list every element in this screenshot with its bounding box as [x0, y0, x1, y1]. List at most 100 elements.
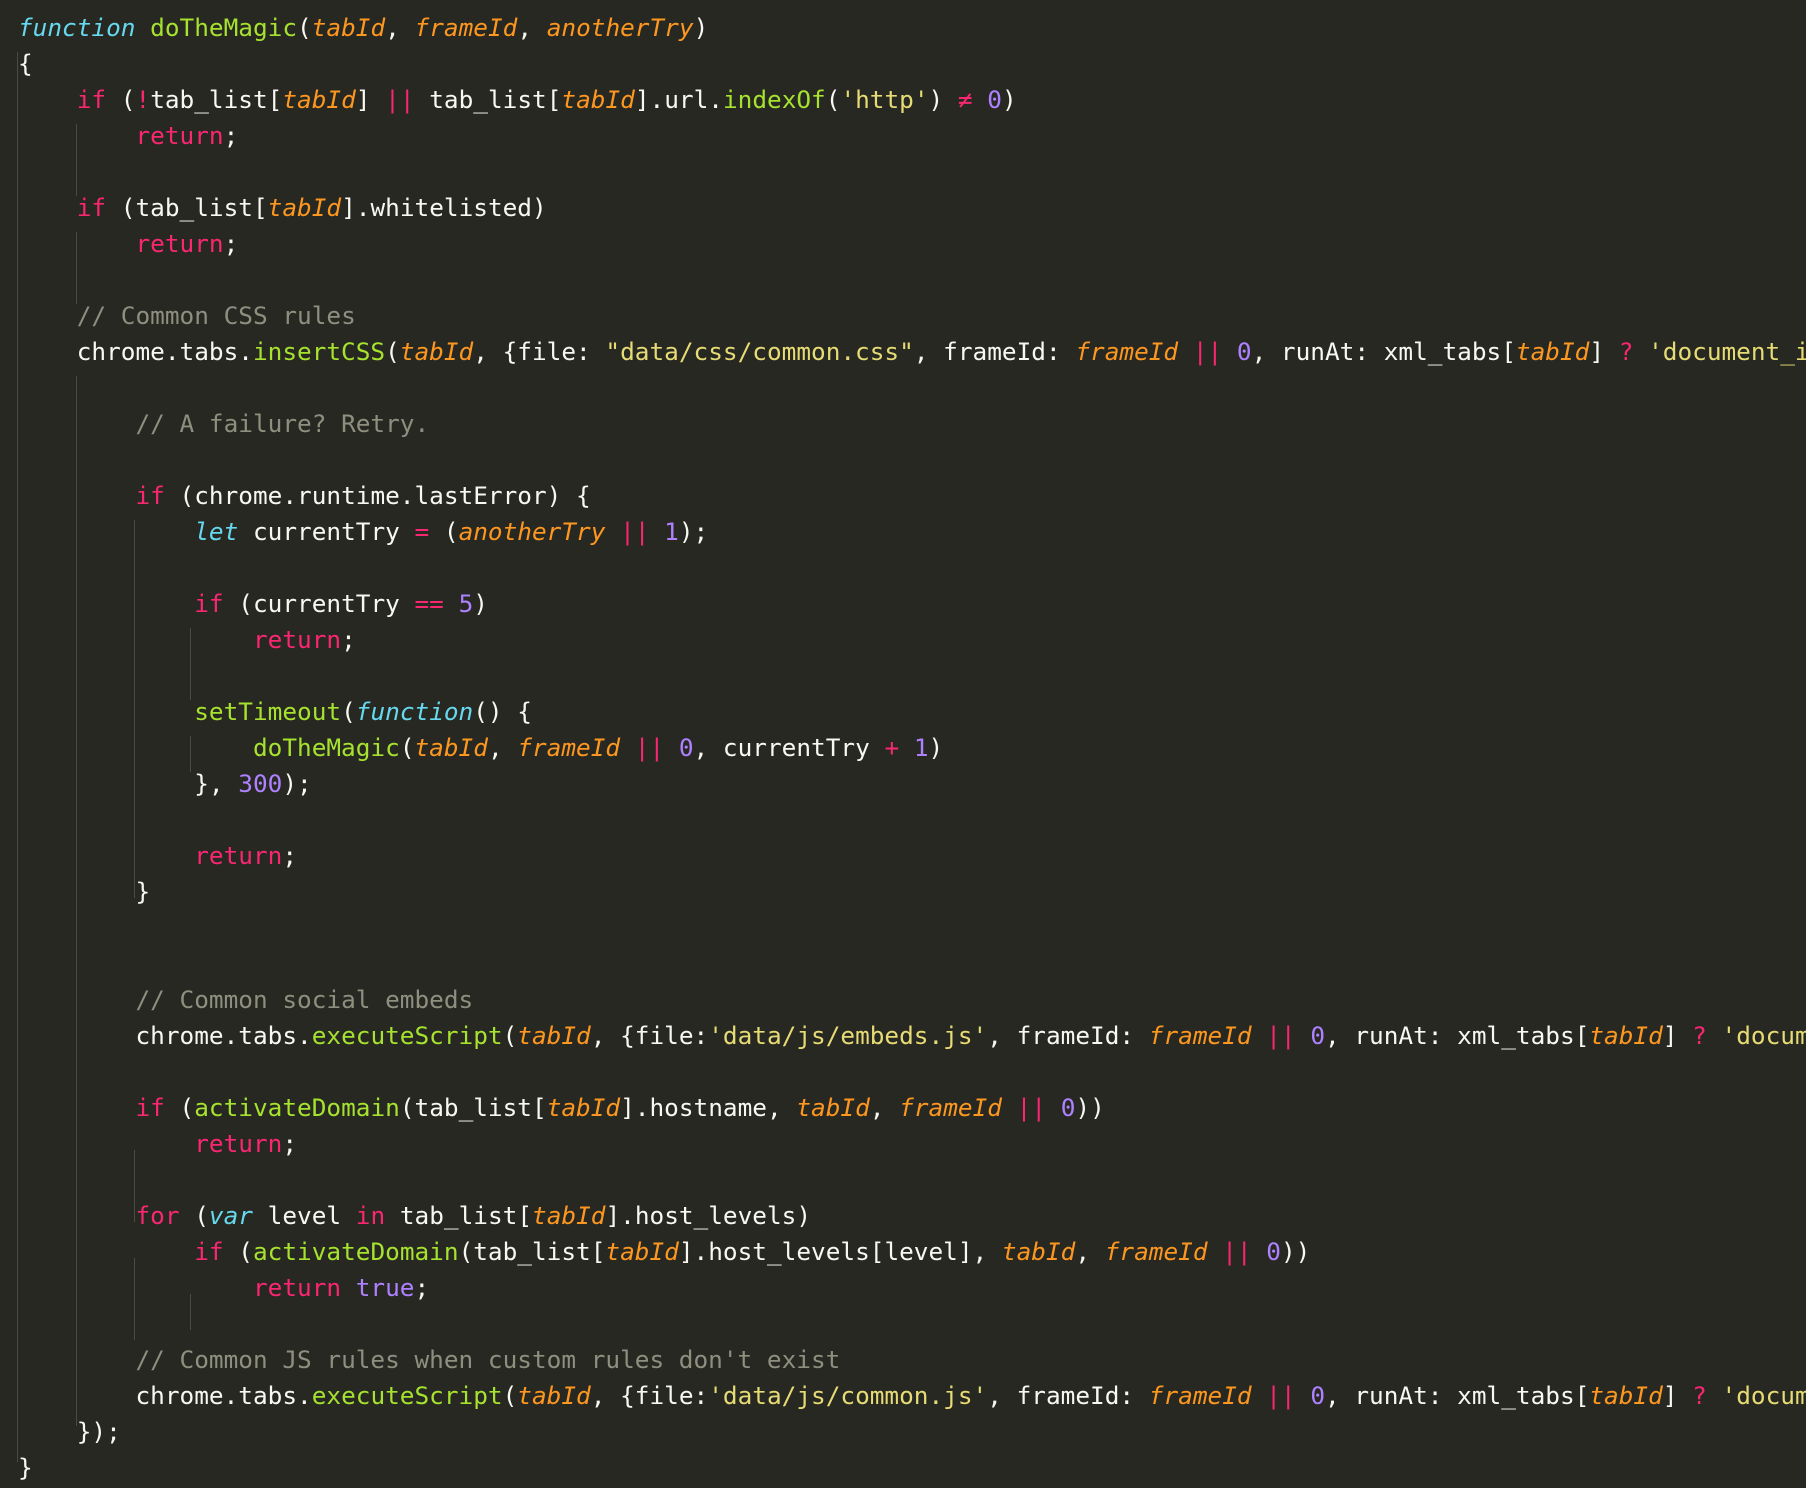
code-token: chrome.tabs. — [18, 1381, 312, 1410]
code-token: ? — [1692, 1381, 1707, 1410]
code-token: tabId — [517, 1381, 591, 1410]
code-line[interactable]: let currentTry = (anotherTry || 1); — [18, 514, 1806, 550]
code-token: if — [76, 193, 107, 222]
code-line[interactable]: } — [18, 874, 1806, 910]
code-token: return — [252, 1273, 342, 1302]
code-line[interactable]: chrome.tabs.insertCSS(tabId, {file: "dat… — [18, 334, 1806, 370]
code-line[interactable] — [18, 262, 1806, 298]
code-line[interactable] — [18, 1306, 1806, 1342]
code-token: ].url. — [634, 85, 723, 114]
code-line[interactable]: return; — [18, 1126, 1806, 1162]
code-token: ( — [502, 1021, 518, 1050]
code-line[interactable]: return true; — [18, 1270, 1806, 1306]
code-line[interactable] — [18, 1162, 1806, 1198]
code-line[interactable] — [18, 370, 1806, 406]
code-line[interactable]: for (var level in tab_list[tabId].host_l… — [18, 1198, 1806, 1234]
code-line[interactable]: doTheMagic(tabId, frameId || 0, currentT… — [18, 730, 1806, 766]
code-line[interactable]: if (activateDomain(tab_list[tabId].host_… — [18, 1234, 1806, 1270]
code-token: true — [355, 1273, 415, 1302]
code-token: ? — [1692, 1021, 1707, 1050]
code-token: 'data/js/common.js' — [708, 1381, 988, 1410]
code-line[interactable]: return; — [18, 838, 1806, 874]
code-token: ( — [164, 1093, 195, 1122]
code-token: tabId — [1001, 1237, 1076, 1266]
code-token: chrome.tabs. — [18, 1021, 312, 1050]
code-line[interactable]: if (activateDomain(tab_list[tabId].hostn… — [18, 1090, 1806, 1126]
code-token: function — [18, 13, 136, 42]
code-token: ; — [414, 1273, 430, 1302]
code-line[interactable] — [18, 550, 1806, 586]
code-line[interactable] — [18, 946, 1806, 982]
code-line[interactable] — [18, 802, 1806, 838]
code-line[interactable] — [18, 442, 1806, 478]
code-editor[interactable]: function doTheMagic(tabId, frameId, anot… — [0, 0, 1806, 1488]
code-token: let — [194, 517, 239, 546]
code-line[interactable]: chrome.tabs.executeScript(tabId, {file:'… — [18, 1378, 1806, 1414]
code-token: if — [194, 1237, 224, 1266]
code-token: ] — [1662, 1381, 1693, 1410]
code-text-area[interactable]: function doTheMagic(tabId, frameId, anot… — [18, 10, 1806, 1486]
code-line[interactable]: function doTheMagic(tabId, frameId, anot… — [18, 10, 1806, 46]
code-line[interactable]: return; — [18, 226, 1806, 262]
code-token: 'http' — [840, 85, 929, 114]
code-token: , — [487, 733, 518, 762]
code-line[interactable]: if (tab_list[tabId].whitelisted) — [18, 190, 1806, 226]
code-line[interactable]: } — [18, 1450, 1806, 1486]
code-token: 'document — [1721, 1381, 1806, 1410]
code-token: { — [18, 49, 33, 78]
code-token: ] — [355, 85, 386, 114]
code-token: (currentTry — [223, 589, 415, 618]
code-line[interactable] — [18, 1054, 1806, 1090]
code-token: , currentTry — [693, 733, 885, 762]
code-line[interactable]: return; — [18, 118, 1806, 154]
code-token: insertCSS — [252, 337, 386, 366]
code-token: ) — [693, 13, 709, 42]
code-token: || — [385, 85, 415, 114]
code-token: , frameId: — [987, 1381, 1149, 1410]
code-token: ].whitelisted) — [341, 193, 547, 222]
code-token: 'data/js/embeds.js' — [708, 1021, 988, 1050]
code-line[interactable]: // Common CSS rules — [18, 298, 1806, 334]
code-token: tabId — [1589, 1021, 1663, 1050]
code-token: }, — [18, 769, 239, 798]
code-line[interactable]: // Common JS rules when custom rules don… — [18, 1342, 1806, 1378]
code-token: ( — [399, 733, 415, 762]
code-line[interactable]: return; — [18, 622, 1806, 658]
code-line[interactable]: if (chrome.runtime.lastError) { — [18, 478, 1806, 514]
code-token: frameId — [1075, 337, 1179, 366]
code-line[interactable] — [18, 910, 1806, 946]
code-token: tabId — [311, 13, 386, 42]
code-token: ) — [928, 85, 958, 114]
code-line[interactable]: { — [18, 46, 1806, 82]
code-line[interactable]: }, 300); — [18, 766, 1806, 802]
code-line[interactable]: if (!tab_list[tabId] || tab_list[tabId].… — [18, 82, 1806, 118]
code-line[interactable] — [18, 658, 1806, 694]
code-line[interactable]: // Common social embeds — [18, 982, 1806, 1018]
code-token: 'document_idl — [1648, 337, 1806, 366]
code-token: currentTry — [238, 517, 415, 546]
code-token: , {file: — [590, 1381, 709, 1410]
code-token: ; — [223, 229, 239, 258]
code-line[interactable]: chrome.tabs.executeScript(tabId, {file:'… — [18, 1018, 1806, 1054]
code-line[interactable] — [18, 154, 1806, 190]
code-token: if — [135, 1093, 165, 1122]
code-token: anotherTry — [458, 517, 606, 546]
code-token: tabId — [282, 85, 356, 114]
code-line[interactable]: // A failure? Retry. — [18, 406, 1806, 442]
code-line[interactable]: if (currentTry == 5) — [18, 586, 1806, 622]
code-token: tabId — [1589, 1381, 1663, 1410]
code-token: ] — [1662, 1021, 1693, 1050]
code-token: ? — [1618, 337, 1634, 366]
code-line[interactable]: setTimeout(function() { — [18, 694, 1806, 730]
code-line[interactable]: }); — [18, 1414, 1806, 1450]
